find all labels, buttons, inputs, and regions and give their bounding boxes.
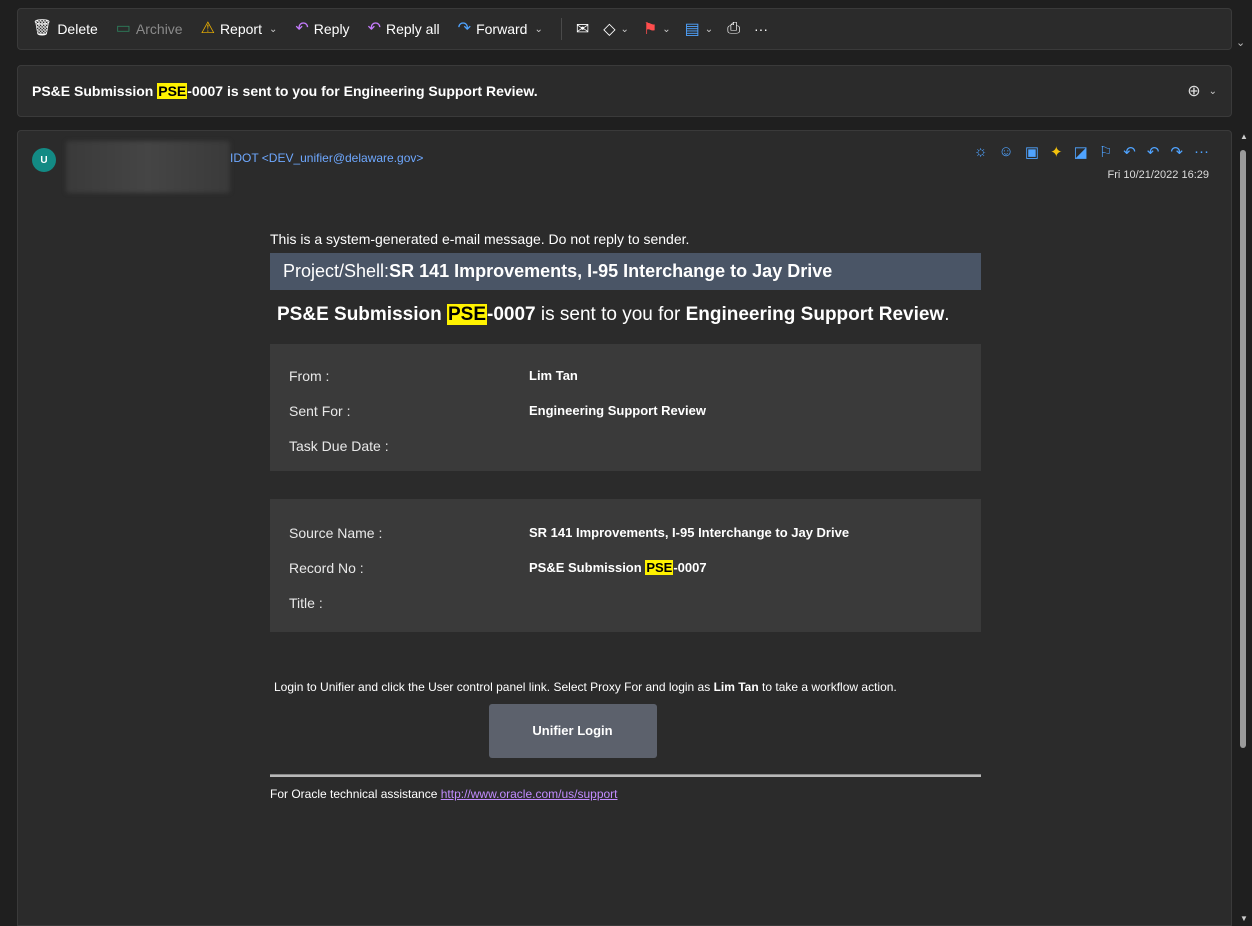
task-details-box: From : Lim Tan Sent For : Engineering Supp… [270,344,981,471]
detail-row: From : Lim Tan [289,367,578,384]
envelope-open-icon: ✉ [575,21,590,38]
forward-icon: ↷ [457,20,472,37]
chevron-down-icon[interactable]: ⌄ [269,24,277,35]
login-instructions: Login to Unifier and click the User cont… [274,680,897,694]
scroll-up-arrow[interactable]: ▲ [1240,132,1248,141]
sender-address[interactable]: IDOT <DEV_unifier@delaware.gov> [230,151,423,165]
printer-icon: ⎙ [727,20,740,37]
zoom-in-icon: ⊕ [1187,83,1201,100]
record-details-box: Source Name : SR 141 Improvements, I-95 I… [270,499,981,632]
chevron-down-icon[interactable]: ⌄ [534,24,542,35]
toolbar-divider [560,18,562,40]
divider [270,774,981,777]
reply-icon: ↶ [295,20,309,37]
scrollbar-thumb[interactable] [1240,150,1246,748]
forward-button[interactable]: ↷ Forward ⌄ [457,20,543,38]
reply-button[interactable]: ↶ Reply [295,20,349,38]
chevron-down-icon: ⌄ [620,23,629,35]
emoji-icon[interactable]: ☺ [999,143,1014,161]
clipboard-icon[interactable]: ▣ [1025,143,1039,161]
email-subject: PS&E Submission PSE-0007 is sent to you … [32,83,538,99]
support-link[interactable]: http://www.oracle.com/us/support [441,787,618,801]
detail-row: Record No : PS&E Submission PSE-0007 [289,559,707,576]
reply-icon[interactable]: ↶ [1123,143,1136,161]
email-body: This is a system-generated e-mail messag… [270,231,981,801]
print-button[interactable]: ⎙ [727,20,740,38]
categorize-button[interactable]: ◇ ⌄ [603,19,629,39]
rules-icon: ▤ [684,21,700,38]
detail-row: Source Name : SR 141 Improvements, I-95 I… [289,524,850,541]
report-button[interactable]: ⚠ Report ⌄ [200,20,278,38]
brightness-icon[interactable]: ☼ [974,143,988,161]
detail-row: Title : [289,594,323,611]
chevron-down-icon[interactable]: ⌄ [1236,36,1245,49]
detail-row: Sent For : Engineering Support Review [289,402,706,419]
support-text: For Oracle technical assistance http://w… [270,787,618,801]
flag-button[interactable]: ⚑ ⌄ [643,19,671,39]
avatar[interactable]: U [32,148,56,172]
reply-all-icon[interactable]: ↶ [1147,143,1160,161]
redacted-sender-name [66,141,230,193]
more-icon[interactable]: ··· [1194,143,1209,161]
detail-row: Task Due Date : [289,437,389,454]
archive-button[interactable]: ▭ Archive [115,20,183,38]
chevron-down-icon: ⌄ [662,23,671,35]
addin-icon[interactable]: ✦ [1050,143,1063,161]
project-bar: Project/Shell: SR 141 Improvements, I-95… [270,253,981,290]
tag-icon: ◇ [603,21,616,38]
headline: PS&E Submission PSE-0007 is sent to you … [277,304,950,325]
reply-all-icon: ↶ [367,20,381,37]
flag-icon[interactable]: ⚐ [1099,143,1112,161]
scroll-down-arrow[interactable]: ▼ [1240,914,1248,923]
unifier-login-button[interactable]: Unifier Login [488,704,657,758]
system-note: This is a system-generated e-mail messag… [270,231,690,247]
received-date: Fri 10/21/2022 16:29 [1107,169,1209,181]
reply-all-button[interactable]: ↶ Reply all [367,20,440,38]
delete-button[interactable]: 🗑 Delete [32,20,98,38]
chevron-down-icon: ⌄ [1208,85,1217,97]
subject-bar: PS&E Submission PSE-0007 is sent to you … [17,65,1232,117]
message-pane: U IDOT <DEV_unifier@delaware.gov> ☼ ☺ ▣ … [17,130,1232,926]
message-actions: ☼ ☺ ▣ ✦ ◪ ⚐ ↶ ↶ ↷ ··· [974,143,1209,161]
mark-read-button[interactable]: ✉ [576,19,589,39]
flag-icon: ⚑ [642,21,658,38]
trash-icon: 🗑 [32,20,53,37]
zoom-button[interactable]: ⊕ ⌄ [1187,81,1217,101]
chevron-down-icon: ⌄ [704,23,714,35]
warning-icon: ⚠ [200,20,215,37]
search-highlight: PSE [157,83,188,99]
more-actions-button[interactable]: ··· [754,21,768,37]
loop-icon[interactable]: ◪ [1074,143,1088,161]
rules-button[interactable]: ▤ ⌄ [685,19,714,39]
command-toolbar: 🗑 Delete ▭ Archive ⚠ Report ⌄ ↶ Reply ↶ Reply … [17,8,1232,50]
forward-icon[interactable]: ↷ [1170,143,1183,161]
archive-icon: ▭ [115,20,131,37]
